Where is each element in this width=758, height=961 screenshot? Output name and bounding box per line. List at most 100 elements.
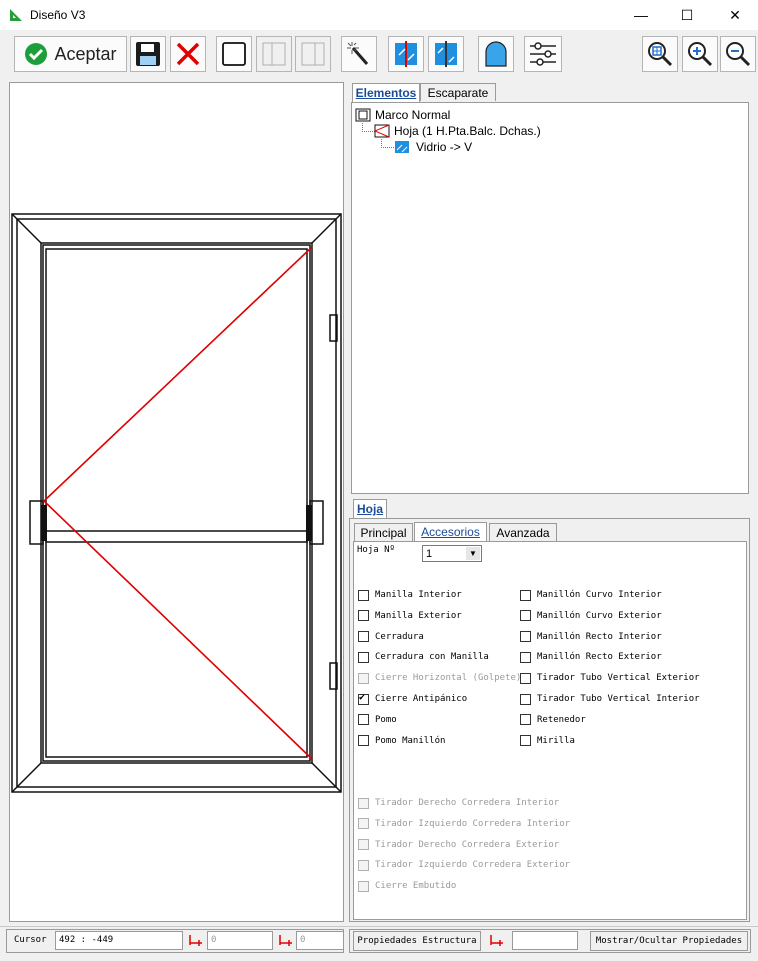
accessory-checkbox[interactable] <box>520 631 531 643</box>
accessory-checkbox[interactable] <box>358 589 369 601</box>
accessory-checkbox-row[interactable]: Mirilla <box>520 735 575 747</box>
accessory-checkbox[interactable] <box>358 651 369 663</box>
zoom-out-button[interactable] <box>720 36 756 72</box>
check-icon <box>25 43 48 65</box>
cancel-button[interactable] <box>170 36 206 72</box>
door-drawing[interactable] <box>10 83 343 921</box>
accessory-checkbox-row[interactable]: Manillón Curvo Exterior <box>520 610 662 622</box>
accessory-checkbox-row: Cierre Horizontal (Golpete) <box>358 672 521 684</box>
chevron-down-icon[interactable]: ▼ <box>466 547 480 560</box>
accessory-checkbox-row[interactable]: Retenedor <box>520 714 586 726</box>
tab-avanzada[interactable]: Avanzada <box>489 523 557 541</box>
accessory-checkbox-row[interactable]: Cierre Antipánico <box>358 692 467 705</box>
accessory-checkbox-row[interactable]: Manillón Recto Exterior <box>520 651 662 663</box>
props-main-tabs: Hoja <box>349 499 749 519</box>
measure-field-2[interactable]: 0 <box>296 931 344 950</box>
tab-hoja[interactable]: Hoja <box>353 499 387 518</box>
frame-button[interactable] <box>216 36 252 72</box>
accessory-checkbox-label: Pomo Manillón <box>375 735 446 746</box>
accessory-checkbox-label: Cierre Embutido <box>375 881 457 892</box>
minimize-button[interactable]: — <box>618 0 664 30</box>
close-button[interactable]: ✕ <box>712 0 758 30</box>
accessory-checkbox[interactable] <box>520 693 531 705</box>
accessory-checkbox <box>358 797 369 809</box>
accessory-checkbox-row[interactable]: Manillón Curvo Interior <box>520 589 662 601</box>
zoom-in-icon <box>688 42 713 67</box>
tree-connector <box>381 139 394 148</box>
measure-icon <box>279 935 292 946</box>
accessory-checkbox[interactable] <box>520 672 531 684</box>
hoja-number-select[interactable]: 1 ▼ <box>422 545 482 562</box>
glass-node-icon <box>395 141 409 153</box>
split2-icon <box>301 42 325 66</box>
accessory-checkbox-label: Manillón Curvo Interior <box>537 590 662 600</box>
accessory-checkbox[interactable] <box>358 735 369 747</box>
tab-elementos[interactable]: Elementos <box>352 83 420 102</box>
design-canvas[interactable] <box>9 82 344 922</box>
sliders-icon <box>530 42 556 66</box>
accessory-checkbox-row: Tirador Izquierdo Corredera Exterior <box>358 859 570 871</box>
tree-item-marco[interactable]: Marco Normal <box>355 107 450 123</box>
tab-escaparate[interactable]: Escaparate <box>420 83 496 101</box>
tab-accesorios[interactable]: Accesorios <box>414 522 487 541</box>
accessory-checkbox-row[interactable]: Cerradura <box>358 631 424 643</box>
maximize-button[interactable]: ☐ <box>664 0 710 30</box>
accessory-checkbox-row[interactable]: Pomo Manillón <box>358 735 445 747</box>
accessory-checkbox-row[interactable]: Pomo <box>358 714 397 726</box>
cursor-label: Cursor <box>14 935 47 945</box>
accessory-checkbox[interactable] <box>520 735 531 747</box>
accessory-checkbox[interactable] <box>358 631 369 643</box>
minimize-icon: — <box>634 7 648 23</box>
tree-item-vidrio[interactable]: Vidrio -> V <box>394 139 472 155</box>
tree-item-hoja[interactable]: Hoja (1 H.Pta.Balc. Dchas.) <box>374 123 541 139</box>
accessory-checkbox[interactable] <box>520 714 531 726</box>
accessory-checkbox-row[interactable]: Manillón Recto Interior <box>520 631 662 643</box>
glass-button[interactable] <box>388 36 424 72</box>
tab-principal[interactable]: Principal <box>354 523 413 541</box>
accessory-checkbox[interactable] <box>520 610 531 622</box>
arch-button[interactable] <box>478 36 514 72</box>
accessory-checkbox-label: Pomo <box>375 714 397 725</box>
tree-item-hoja-label: Hoja (1 H.Pta.Balc. Dchas.) <box>394 124 541 138</box>
zoom-in-button[interactable] <box>682 36 718 72</box>
wand-button[interactable] <box>341 36 377 72</box>
save-button[interactable] <box>130 36 166 72</box>
accessory-checkbox[interactable] <box>358 714 369 726</box>
accessory-checkbox-label: Tirador Tubo Vertical Exterior <box>537 673 700 684</box>
accessory-checkbox[interactable] <box>520 589 531 601</box>
accessory-checkbox-label: Tirador Izquierdo Corredera Exterior <box>375 860 571 871</box>
props-panel: Principal Accesorios Avanzada Hoja Nº 1 … <box>349 518 750 922</box>
accessory-checkbox-row: Tirador Derecho Corredera Interior <box>358 797 559 809</box>
accessory-checkbox[interactable] <box>520 651 531 663</box>
glass2-button[interactable] <box>428 36 464 72</box>
zoom-out-icon <box>726 42 751 67</box>
measure-field-3[interactable] <box>512 931 578 950</box>
status-divider <box>0 926 758 927</box>
accessory-checkbox-label: Manillón Recto Interior <box>537 631 662 642</box>
accessory-checkbox-row[interactable]: Manilla Interior <box>358 589 462 601</box>
accessory-checkbox-label: Manilla Exterior <box>375 610 462 621</box>
accessory-checkbox-row[interactable]: Cerradura con Manilla <box>358 651 489 663</box>
sliders-button[interactable] <box>524 36 562 72</box>
element-tree[interactable]: Marco Normal Hoja (1 H.Pta.Balc. Dchas.)… <box>351 102 749 494</box>
accessory-checkbox-row[interactable]: Manilla Exterior <box>358 610 462 622</box>
zoom-fit-button[interactable] <box>642 36 678 72</box>
split2-button[interactable] <box>295 36 331 72</box>
accessory-checkbox <box>358 880 369 892</box>
structure-properties-button[interactable]: Propiedades Estructura <box>353 931 481 951</box>
toggle-properties-button[interactable]: Mostrar/Ocultar Propiedades <box>590 931 748 951</box>
tree-item-vidrio-label: Vidrio -> V <box>416 140 473 154</box>
accessory-checkbox[interactable] <box>358 692 369 705</box>
accessory-checkbox <box>358 672 369 684</box>
accesorios-panel: Hoja Nº 1 ▼ Manilla Interior Manilla Exte… <box>353 541 747 920</box>
accessory-checkbox-label: Manillón Curvo Exterior <box>537 610 662 621</box>
glass2-icon <box>435 41 457 67</box>
accessory-checkbox-row[interactable]: Tirador Tubo Vertical Interior <box>520 693 700 705</box>
accept-button[interactable]: Aceptar <box>14 36 127 72</box>
accessory-checkbox[interactable] <box>358 610 369 622</box>
measure-field-1[interactable]: 0 <box>207 931 273 950</box>
toggle-properties-label: Mostrar/Ocultar Propiedades <box>595 936 743 946</box>
accessory-checkbox-row[interactable]: Tirador Tubo Vertical Exterior <box>520 672 700 684</box>
split-button[interactable] <box>256 36 292 72</box>
accessory-checkbox-label: Cerradura con Manilla <box>375 652 489 663</box>
